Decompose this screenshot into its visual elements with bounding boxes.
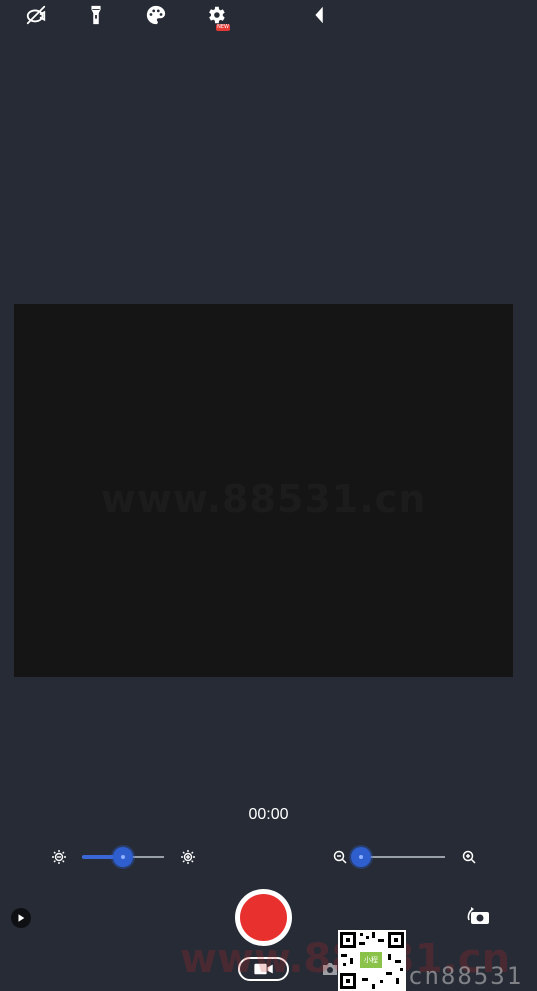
settings-icon[interactable]: NEW <box>204 3 230 31</box>
play-icon <box>18 914 25 922</box>
bottom-right-watermark: cn88531 <box>408 962 524 990</box>
preview-watermark: www.88531.cn <box>100 476 427 521</box>
brightness-low-icon <box>51 849 67 865</box>
zoom-slider-thumb[interactable] <box>351 847 372 867</box>
camera-preview[interactable]: www.88531.cn <box>14 304 513 677</box>
camera-off-icon[interactable] <box>24 3 48 27</box>
camera-screen: NEW www.88531.cn 00:00 小程 cn88531 <box>0 0 537 991</box>
back-triangle-icon[interactable] <box>308 3 332 27</box>
qr-badge: 小程 <box>360 952 382 968</box>
brightness-high-icon <box>180 849 196 865</box>
zoom-in-icon <box>461 849 477 865</box>
switch-camera-icon[interactable] <box>465 906 493 928</box>
zoom-out-icon <box>332 849 348 865</box>
record-indicator <box>240 894 287 941</box>
play-button[interactable] <box>11 908 31 928</box>
flashlight-icon[interactable] <box>84 3 108 27</box>
new-badge: NEW <box>216 24 230 31</box>
recording-timer: 00:00 <box>248 806 289 823</box>
qr-code: 小程 <box>338 930 406 991</box>
palette-icon[interactable] <box>144 3 168 27</box>
brightness-slider-thumb[interactable] <box>113 847 133 867</box>
